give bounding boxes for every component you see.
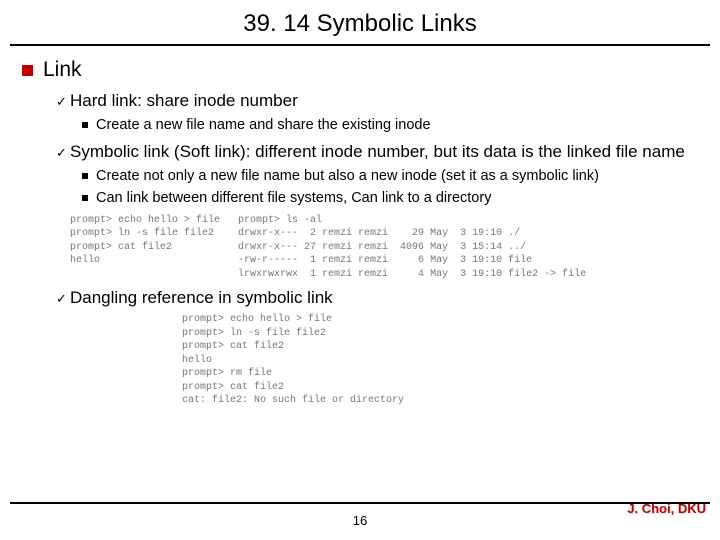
page-number: 16 xyxy=(0,513,720,528)
item-hard-link: ✓ Hard link: share inode number xyxy=(56,90,698,112)
code-example-softlink: prompt> echo hello > file prompt> ln -s … xyxy=(70,214,698,282)
subitem-hard-1: Create a new file name and share the exi… xyxy=(82,116,698,135)
item-hard-link-text: Hard link: share inode number xyxy=(70,90,298,112)
square-icon xyxy=(82,195,88,201)
check-icon: ✓ xyxy=(56,145,70,161)
author-label: J. Choi, DKU xyxy=(627,501,706,516)
check-icon: ✓ xyxy=(56,291,70,307)
item-dangling: ✓ Dangling reference in symbolic link xyxy=(56,287,698,309)
code-dangling: prompt> echo hello > file prompt> ln -s … xyxy=(182,313,698,408)
subitem-soft-2-text: Can link between different file systems,… xyxy=(96,189,491,208)
item-dangling-text: Dangling reference in symbolic link xyxy=(70,287,333,309)
subitem-soft-1: Create not only a new file name but also… xyxy=(82,167,698,186)
footer-rule xyxy=(10,502,710,504)
code-right: prompt> ls -al drwxr-x--- 2 remzi remzi … xyxy=(238,214,586,282)
page-title: 39. 14 Symbolic Links xyxy=(0,0,720,44)
subitem-soft-2: Can link between different file systems,… xyxy=(82,189,698,208)
check-icon: ✓ xyxy=(56,94,70,110)
item-soft-link-text: Symbolic link (Soft link): different ino… xyxy=(70,141,685,163)
title-rule xyxy=(10,44,710,46)
section-heading-text: Link xyxy=(43,58,82,82)
square-icon xyxy=(82,122,88,128)
subitem-hard-1-text: Create a new file name and share the exi… xyxy=(96,116,431,135)
section-heading: Link xyxy=(22,58,698,82)
item-soft-link: ✓ Symbolic link (Soft link): different i… xyxy=(56,141,698,163)
subitem-soft-1-text: Create not only a new file name but also… xyxy=(96,167,599,186)
square-bullet-icon xyxy=(22,65,33,76)
content-area: Link ✓ Hard link: share inode number Cre… xyxy=(0,58,720,408)
square-icon xyxy=(82,173,88,179)
code-left: prompt> echo hello > file prompt> ln -s … xyxy=(70,214,220,282)
